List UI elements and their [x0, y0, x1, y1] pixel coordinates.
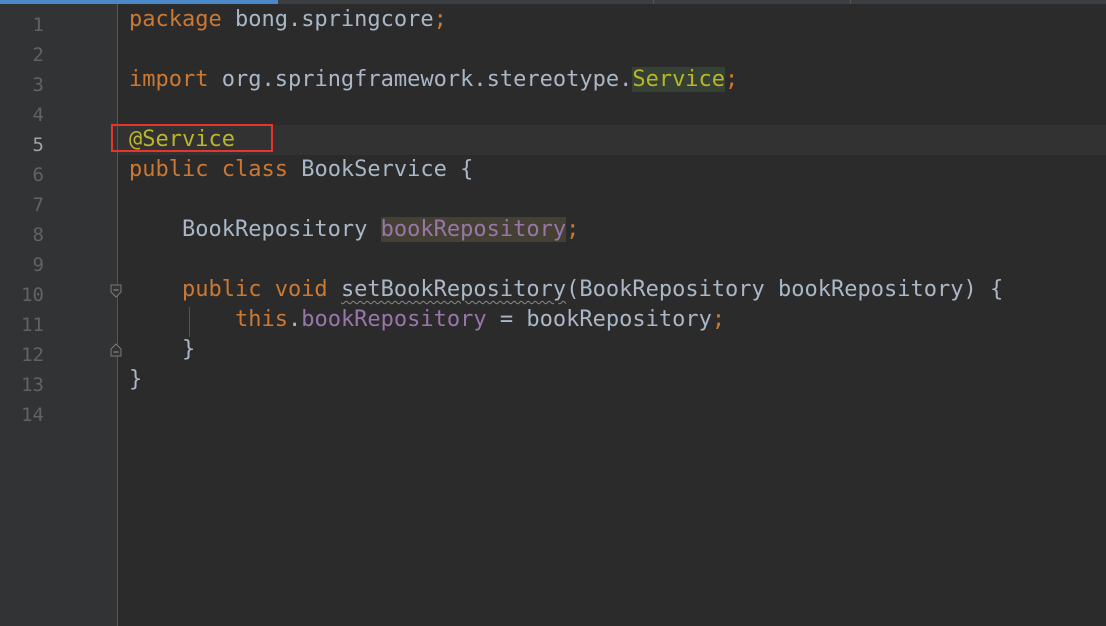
keyword: package [129, 7, 222, 32]
semicolon: ; [433, 7, 447, 32]
package-name: bong.springcore [221, 7, 434, 32]
field-name: bookRepository [380, 217, 567, 242]
line-number: 4 [32, 104, 44, 126]
import-path: org.springframework.stereotype. [208, 67, 633, 92]
code-line-1[interactable]: package bong.springcore; [129, 5, 447, 35]
keyword: public class [129, 157, 288, 182]
class-declaration: BookService { [287, 157, 474, 182]
keyword: public void [181, 277, 328, 302]
line-number: 12 [21, 344, 44, 366]
tab-divider [850, 0, 851, 4]
code-line-3[interactable]: import org.springframework.stereotype.Se… [129, 65, 738, 95]
closing-brace: } [129, 367, 143, 392]
fold-collapse-icon[interactable] [110, 284, 122, 298]
field-reference: bookRepository [301, 307, 487, 332]
line-number: 1 [32, 14, 44, 36]
editor-tab-bar-edge [0, 0, 1106, 4]
line-number: 7 [32, 194, 44, 216]
semicolon: ; [725, 67, 739, 92]
code-line-12[interactable]: } [129, 335, 195, 365]
assignment: = bookRepository [486, 307, 712, 332]
line-number-gutter[interactable]: 1 2 3 4 5 6 7 8 9 10 11 12 13 14 [0, 4, 118, 626]
line-number: 6 [32, 164, 44, 186]
keyword: import [129, 67, 209, 92]
semicolon: ; [566, 217, 580, 242]
method-name: setBookRepository [340, 277, 567, 302]
code-line-6[interactable]: public class BookService { [129, 155, 473, 185]
line-number: 13 [21, 374, 44, 396]
fold-end-icon[interactable] [110, 343, 122, 357]
line-number: 3 [32, 74, 44, 96]
code-line-10[interactable]: public void setBookRepository(BookReposi… [129, 275, 1003, 305]
method-params: (BookRepository bookRepository) { [566, 277, 1004, 302]
line-number: 11 [21, 314, 44, 336]
code-line-11[interactable]: this.bookRepository = bookRepository; [129, 305, 725, 335]
imported-class: Service [632, 67, 726, 92]
line-number: 2 [32, 44, 44, 66]
annotation-highlight-box [111, 124, 273, 152]
closing-brace: } [129, 337, 196, 362]
code-line-13[interactable]: } [129, 365, 142, 395]
line-number: 10 [21, 284, 44, 306]
line-number-current: 5 [32, 134, 44, 156]
code-line-8[interactable]: BookRepository bookRepository; [129, 215, 579, 245]
keyword: this [234, 307, 288, 332]
line-number: 8 [32, 224, 44, 246]
tab-divider [653, 0, 654, 4]
dot: . [287, 307, 302, 332]
semicolon: ; [711, 307, 726, 332]
field-type: BookRepository [181, 217, 381, 242]
line-number: 9 [32, 254, 44, 276]
line-number: 14 [21, 404, 44, 426]
